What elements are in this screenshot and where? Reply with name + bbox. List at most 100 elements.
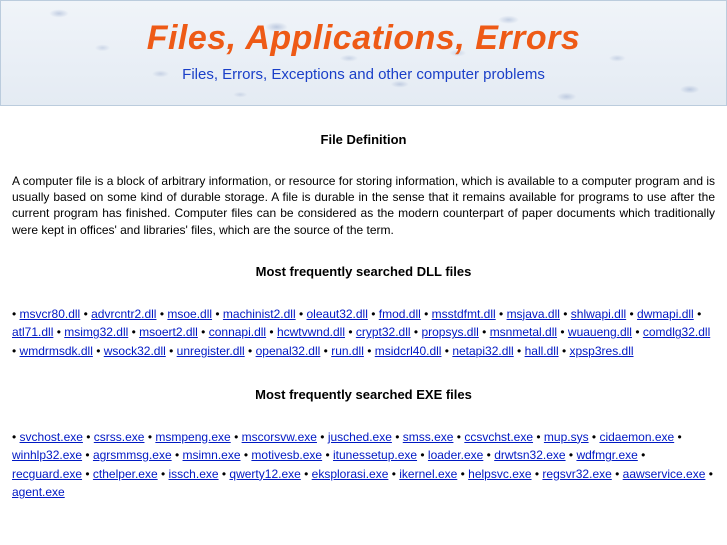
- exe-file-link[interactable]: regsvr32.exe: [542, 467, 611, 481]
- dll-file-link[interactable]: wsock32.dll: [104, 344, 166, 358]
- separator: •: [83, 430, 94, 444]
- dll-file-link[interactable]: wuaueng.dll: [568, 325, 632, 339]
- separator: •: [82, 467, 93, 481]
- separator: •: [12, 430, 20, 444]
- exe-file-link[interactable]: msimn.exe: [183, 448, 241, 462]
- exe-file-link[interactable]: cthelper.exe: [93, 467, 158, 481]
- separator: •: [231, 430, 242, 444]
- exe-file-link[interactable]: cidaemon.exe: [599, 430, 674, 444]
- exe-file-link[interactable]: drwtsn32.exe: [494, 448, 565, 462]
- separator: •: [364, 344, 375, 358]
- separator: •: [612, 467, 623, 481]
- dll-file-link[interactable]: propsys.dll: [421, 325, 478, 339]
- separator: •: [496, 307, 507, 321]
- exe-file-link[interactable]: csrss.exe: [94, 430, 145, 444]
- dll-file-link[interactable]: msoe.dll: [167, 307, 212, 321]
- separator: •: [557, 325, 568, 339]
- exe-file-link[interactable]: itunessetup.exe: [333, 448, 417, 462]
- dll-file-link[interactable]: unregister.dll: [177, 344, 245, 358]
- dll-file-link[interactable]: xpsp3res.dll: [570, 344, 634, 358]
- exe-file-link[interactable]: mscorsvw.exe: [242, 430, 317, 444]
- separator: •: [156, 307, 167, 321]
- exe-file-link[interactable]: wdfmgr.exe: [576, 448, 637, 462]
- dll-file-link[interactable]: msstdfmt.dll: [432, 307, 496, 321]
- definition-paragraph: A computer file is a block of arbitrary …: [12, 173, 715, 238]
- heading-dll-files: Most frequently searched DLL files: [12, 264, 715, 279]
- separator: •: [626, 307, 637, 321]
- dll-file-link[interactable]: machinist2.dll: [223, 307, 296, 321]
- separator: •: [566, 448, 577, 462]
- separator: •: [128, 325, 139, 339]
- dll-file-link[interactable]: hall.dll: [525, 344, 559, 358]
- separator: •: [705, 467, 713, 481]
- exe-file-link[interactable]: loader.exe: [428, 448, 483, 462]
- separator: •: [421, 307, 432, 321]
- exe-file-link[interactable]: eksplorasi.exe: [312, 467, 389, 481]
- separator: •: [82, 448, 93, 462]
- separator: •: [245, 344, 256, 358]
- exe-file-link[interactable]: agent.exe: [12, 485, 65, 499]
- separator: •: [479, 325, 490, 339]
- separator: •: [198, 325, 209, 339]
- exe-file-link[interactable]: msmpeng.exe: [155, 430, 230, 444]
- dll-file-link[interactable]: msimg32.dll: [64, 325, 128, 339]
- dll-file-link[interactable]: msnmetal.dll: [490, 325, 557, 339]
- exe-file-link[interactable]: svchost.exe: [20, 430, 83, 444]
- dll-file-link[interactable]: msvcr80.dll: [20, 307, 81, 321]
- separator: •: [296, 307, 307, 321]
- exe-file-link[interactable]: recguard.exe: [12, 467, 82, 481]
- dll-file-link[interactable]: wmdrmsdk.dll: [20, 344, 93, 358]
- separator: •: [12, 344, 20, 358]
- dll-file-link[interactable]: connapi.dll: [209, 325, 266, 339]
- exe-file-link[interactable]: agrsmmsg.exe: [93, 448, 172, 462]
- dll-file-link[interactable]: dwmapi.dll: [637, 307, 694, 321]
- separator: •: [417, 448, 428, 462]
- exe-file-link[interactable]: ikernel.exe: [399, 467, 457, 481]
- exe-file-link[interactable]: ccsvchst.exe: [464, 430, 533, 444]
- site-header: Files, Applications, Errors Files, Error…: [0, 0, 727, 106]
- dll-file-link[interactable]: netapi32.dll: [452, 344, 513, 358]
- separator: •: [166, 344, 177, 358]
- dll-file-link[interactable]: openal32.dll: [256, 344, 321, 358]
- exe-link-list: • svchost.exe • csrss.exe • msmpeng.exe …: [12, 428, 715, 502]
- dll-file-link[interactable]: msoert2.dll: [139, 325, 198, 339]
- exe-file-link[interactable]: helpsvc.exe: [468, 467, 531, 481]
- exe-file-link[interactable]: smss.exe: [403, 430, 454, 444]
- dll-file-link[interactable]: fmod.dll: [379, 307, 421, 321]
- separator: •: [514, 344, 525, 358]
- heading-exe-files: Most frequently searched EXE files: [12, 387, 715, 402]
- exe-file-link[interactable]: issch.exe: [169, 467, 219, 481]
- site-title: Files, Applications, Errors: [11, 19, 716, 58]
- separator: •: [345, 325, 356, 339]
- separator: •: [388, 467, 399, 481]
- exe-file-link[interactable]: motivesb.exe: [251, 448, 322, 462]
- exe-file-link[interactable]: jusched.exe: [328, 430, 392, 444]
- separator: •: [12, 307, 20, 321]
- dll-file-link[interactable]: advrcntr2.dll: [91, 307, 156, 321]
- separator: •: [560, 307, 571, 321]
- separator: •: [533, 430, 544, 444]
- exe-file-link[interactable]: mup.sys: [544, 430, 589, 444]
- separator: •: [392, 430, 403, 444]
- dll-file-link[interactable]: msjava.dll: [507, 307, 560, 321]
- exe-file-link[interactable]: winhlp32.exe: [12, 448, 82, 462]
- main-content: File Definition A computer file is a blo…: [0, 132, 727, 502]
- separator: •: [441, 344, 452, 358]
- exe-file-link[interactable]: aawservice.exe: [623, 467, 706, 481]
- exe-file-link[interactable]: qwerty12.exe: [229, 467, 300, 481]
- separator: •: [219, 467, 230, 481]
- separator: •: [589, 430, 600, 444]
- separator: •: [144, 430, 155, 444]
- dll-file-link[interactable]: hcwtvwnd.dll: [277, 325, 345, 339]
- dll-file-link[interactable]: comdlg32.dll: [643, 325, 710, 339]
- separator: •: [241, 448, 252, 462]
- separator: •: [93, 344, 104, 358]
- dll-file-link[interactable]: crypt32.dll: [356, 325, 411, 339]
- dll-file-link[interactable]: msidcrl40.dll: [375, 344, 442, 358]
- dll-file-link[interactable]: atl71.dll: [12, 325, 53, 339]
- separator: •: [172, 448, 183, 462]
- dll-file-link[interactable]: oleaut32.dll: [307, 307, 368, 321]
- dll-file-link[interactable]: shlwapi.dll: [571, 307, 626, 321]
- separator: •: [53, 325, 64, 339]
- dll-file-link[interactable]: run.dll: [331, 344, 364, 358]
